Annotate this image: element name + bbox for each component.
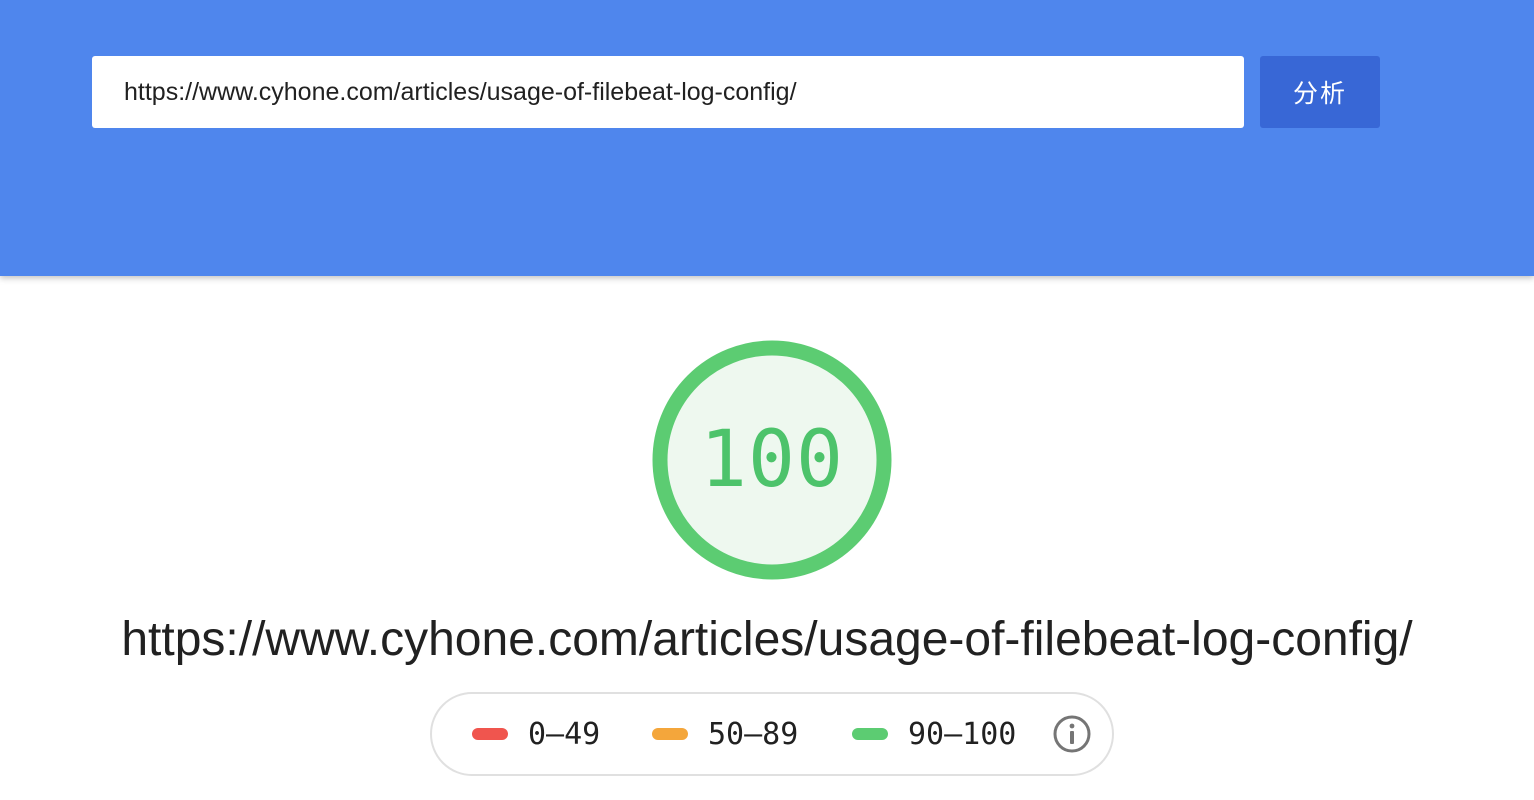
analyze-button[interactable]: 分析 xyxy=(1260,56,1380,128)
info-icon[interactable] xyxy=(1052,714,1092,754)
legend-item-pass: 90–100 xyxy=(852,694,1016,774)
legend-label-pass: 90–100 xyxy=(908,716,1017,752)
legend-item-fail: 0–49 xyxy=(472,694,600,774)
url-input[interactable] xyxy=(92,56,1244,128)
legend-swatch-average xyxy=(652,728,688,740)
legend-item-average: 50–89 xyxy=(652,694,798,774)
legend-swatch-fail xyxy=(472,728,508,740)
legend-swatch-pass xyxy=(852,728,888,740)
score-legend: 0–49 50–89 90–100 xyxy=(430,692,1114,776)
score-value: 100 xyxy=(700,415,844,505)
legend-label-average: 50–89 xyxy=(708,716,799,752)
header-bar: 分析 xyxy=(0,0,1534,276)
legend-label-fail: 0–49 xyxy=(528,716,601,752)
report-url: https://www.cyhone.com/articles/usage-of… xyxy=(121,613,1413,666)
